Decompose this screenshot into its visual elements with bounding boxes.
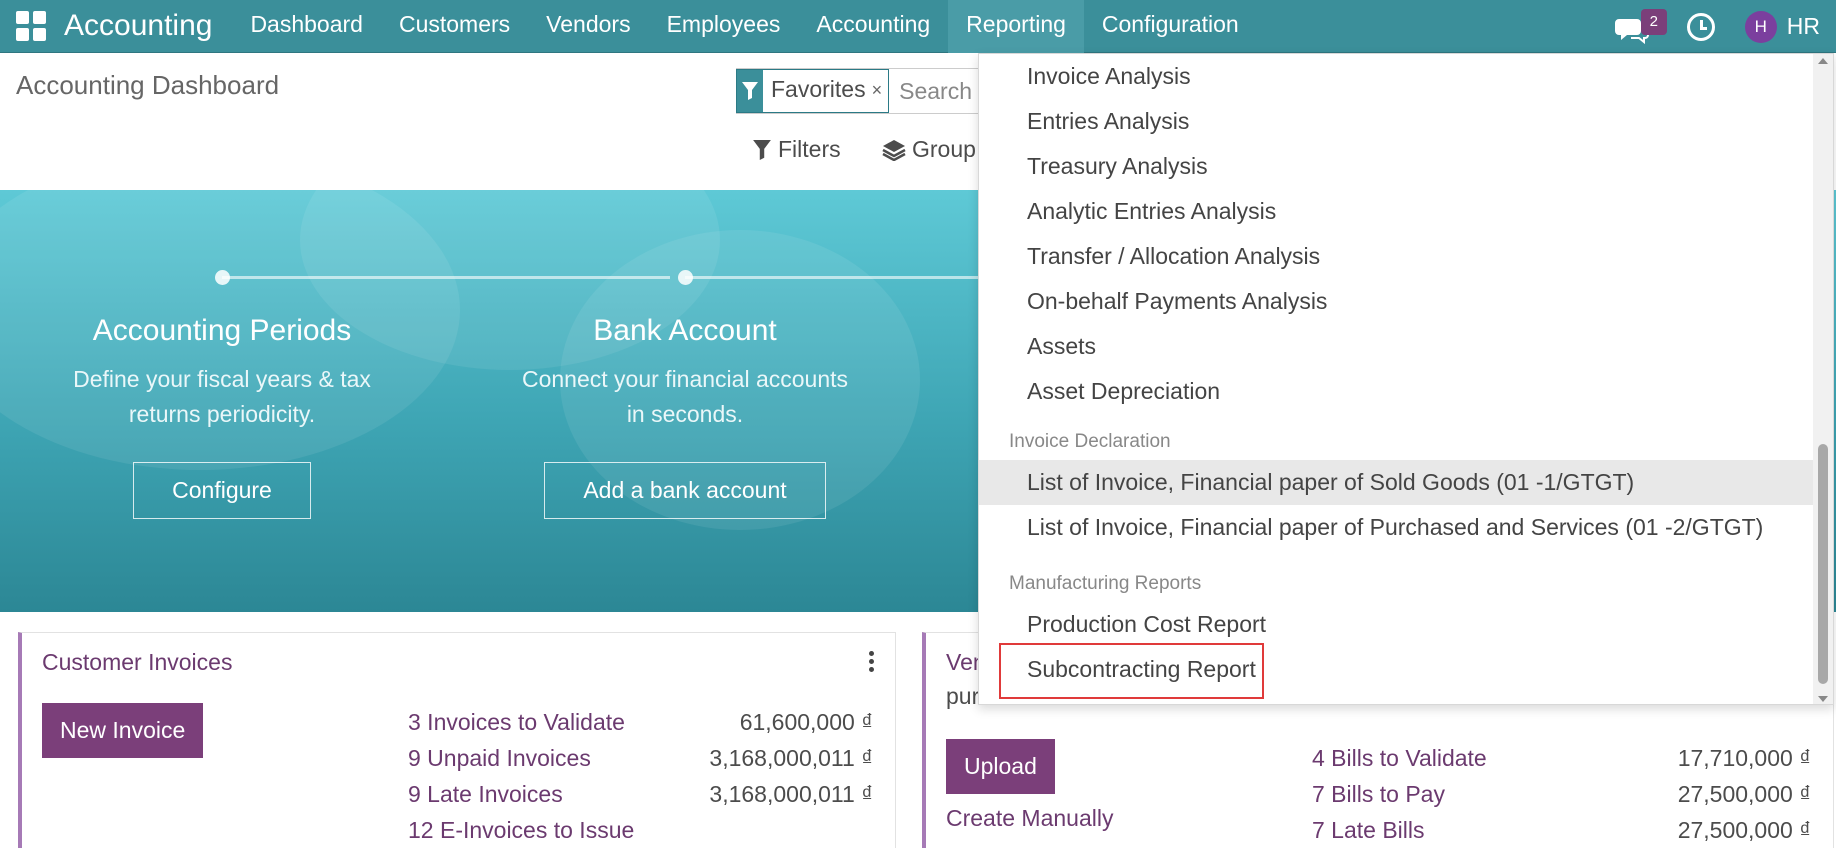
stat-value: 17,710,000 ₫ xyxy=(1677,745,1811,771)
step-description-line: Connect your financial accounts xyxy=(521,366,849,392)
stat-value: 27,500,000 ₫ xyxy=(1677,781,1811,807)
menu-section-invoice-declaration: Invoice Declaration xyxy=(1009,431,1171,452)
menu-section-manufacturing-reports: Manufacturing Reports xyxy=(1009,573,1202,594)
stat-value: 27,500,000 ₫ xyxy=(1677,817,1811,843)
nav-accounting[interactable]: Accounting xyxy=(798,0,948,53)
add-bank-account-button[interactable]: Add a bank account xyxy=(544,462,826,519)
stat-link[interactable]: 7 Bills to Pay xyxy=(1312,781,1445,808)
menu-item-treasury-analysis[interactable]: Treasury Analysis xyxy=(979,144,1815,189)
stat-link[interactable]: 9 Unpaid Invoices xyxy=(408,745,591,772)
step-accounting-periods: Accounting Periods Define your fiscal ye… xyxy=(12,314,432,519)
customer-invoices-card: Customer Invoices New Invoice 3 Invoices… xyxy=(18,632,896,848)
nav-configuration[interactable]: Configuration xyxy=(1084,0,1257,53)
menu-item-purchased-services-list[interactable]: List of Invoice, Financial paper of Purc… xyxy=(979,505,1815,550)
annotation-highlight-box xyxy=(999,643,1264,699)
filter-facet-icon xyxy=(737,70,763,112)
progress-line xyxy=(222,276,670,279)
scroll-down-arrow-icon[interactable] xyxy=(1818,696,1828,702)
step-description-line: returns periodicity. xyxy=(128,401,316,427)
reporting-dropdown-menu: Invoice Analysis Entries Analysis Treasu… xyxy=(978,53,1834,705)
stat-value: 61,600,000 ₫ xyxy=(739,709,873,735)
user-avatar[interactable]: H xyxy=(1744,10,1777,43)
menu-item-asset-depreciation[interactable]: Asset Depreciation xyxy=(979,369,1815,414)
stat-value: 3,168,000,011 ₫ xyxy=(709,781,873,807)
progress-dot xyxy=(678,270,693,285)
filters-label: Filters xyxy=(778,136,841,162)
progress-dot xyxy=(215,270,230,285)
menu-item-on-behalf-payments-analysis[interactable]: On-behalf Payments Analysis xyxy=(979,279,1815,324)
activity-clock-icon[interactable] xyxy=(1686,12,1715,41)
dropdown-scrollbar[interactable] xyxy=(1813,54,1833,704)
menu-item-entries-analysis[interactable]: Entries Analysis xyxy=(979,99,1815,144)
menu-item-assets[interactable]: Assets xyxy=(979,324,1815,369)
step-title: Accounting Periods xyxy=(92,314,352,347)
filters-button[interactable]: Filters xyxy=(752,136,841,163)
stat-link[interactable]: 7 Late Bills xyxy=(1312,817,1425,844)
layers-icon xyxy=(882,139,906,161)
stat-link[interactable]: 9 Late Invoices xyxy=(408,781,563,808)
scroll-up-arrow-icon[interactable] xyxy=(1818,58,1828,64)
user-name[interactable]: HR xyxy=(1787,13,1820,40)
upload-button[interactable]: Upload xyxy=(946,739,1055,794)
step-bank-account: Bank Account Connect your financial acco… xyxy=(475,314,895,519)
nav-employees[interactable]: Employees xyxy=(649,0,799,53)
facet-label: Favorites xyxy=(771,76,866,102)
messages-button[interactable]: 2 xyxy=(1614,7,1667,47)
nav-vendors[interactable]: Vendors xyxy=(528,0,648,53)
step-description-line: in seconds. xyxy=(626,401,744,427)
search-facet-favorites[interactable]: Favorites × xyxy=(736,69,890,113)
stat-link[interactable]: 3 Invoices to Validate xyxy=(408,709,625,736)
card-title[interactable]: Customer Invoices xyxy=(42,649,232,676)
app-title[interactable]: Accounting xyxy=(64,9,212,43)
configure-button[interactable]: Configure xyxy=(133,462,311,519)
top-navbar: Accounting Dashboard Customers Vendors E… xyxy=(0,0,1836,53)
nav-reporting[interactable]: Reporting xyxy=(948,0,1084,53)
menu-item-production-cost-report[interactable]: Production Cost Report xyxy=(979,602,1815,647)
create-manually-link[interactable]: Create Manually xyxy=(946,805,1113,832)
group-by-button[interactable]: Group xyxy=(882,136,976,163)
page-title: Accounting Dashboard xyxy=(16,70,280,100)
messages-count-badge: 2 xyxy=(1640,8,1667,35)
step-title: Bank Account xyxy=(593,314,777,347)
group-label: Group xyxy=(912,136,976,162)
card-subtitle: pur xyxy=(946,683,980,709)
filter-icon xyxy=(753,139,771,160)
kebab-menu-icon[interactable] xyxy=(869,651,875,675)
facet-remove-icon[interactable]: × xyxy=(872,70,889,112)
apps-menu-icon[interactable] xyxy=(16,11,46,41)
progress-line xyxy=(685,276,985,279)
stat-value: 3,168,000,011 ₫ xyxy=(709,745,873,771)
step-description-line: Define your fiscal years & tax xyxy=(73,366,371,392)
search-input[interactable]: Search xyxy=(899,78,972,105)
menu-item-sold-goods-list[interactable]: List of Invoice, Financial paper of Sold… xyxy=(979,460,1815,505)
scrollbar-thumb[interactable] xyxy=(1818,444,1828,684)
nav-dashboard[interactable]: Dashboard xyxy=(232,0,381,53)
menu-item-analytic-entries-analysis[interactable]: Analytic Entries Analysis xyxy=(979,189,1815,234)
menu-item-invoice-analysis[interactable]: Invoice Analysis xyxy=(979,54,1815,99)
menu-item-transfer-allocation-analysis[interactable]: Transfer / Allocation Analysis xyxy=(979,234,1815,279)
nav-customers[interactable]: Customers xyxy=(381,0,528,53)
stat-link[interactable]: 4 Bills to Validate xyxy=(1312,745,1487,772)
stat-link[interactable]: 12 E-Invoices to Issue xyxy=(408,817,634,844)
new-invoice-button[interactable]: New Invoice xyxy=(42,703,204,758)
